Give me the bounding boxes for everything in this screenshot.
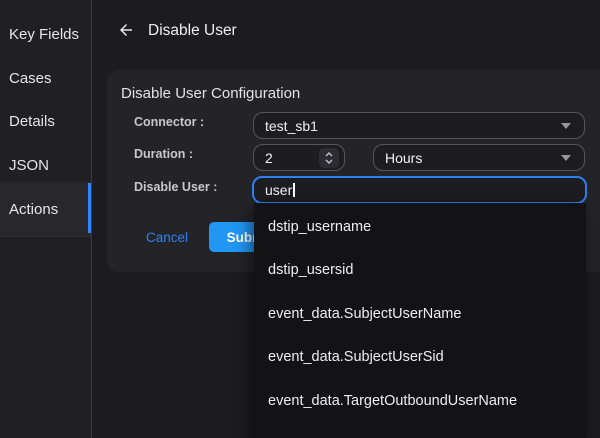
duration-unit-select[interactable]: Hours xyxy=(373,144,585,171)
sidebar-item-cases[interactable]: Cases xyxy=(0,56,91,100)
sidebar-item-json[interactable]: JSON xyxy=(0,143,91,187)
autocomplete-option[interactable]: event_data.SubjectUserName xyxy=(254,292,586,336)
duration-unit-value: Hours xyxy=(385,150,422,166)
disable-user-label: Disable User : xyxy=(134,180,217,194)
disable-user-input[interactable]: user xyxy=(252,176,587,204)
autocomplete-dropdown: dstip_username dstip_usersid event_data.… xyxy=(254,203,586,438)
disable-user-value: user xyxy=(265,182,292,198)
autocomplete-option[interactable]: dstip_usersid xyxy=(254,249,586,293)
sidebar: Key Fields Cases Details JSON Actions xyxy=(0,0,92,438)
page-title: Disable User xyxy=(148,22,237,40)
connector-value: test_sb1 xyxy=(265,118,318,134)
number-stepper-icon[interactable] xyxy=(319,148,339,168)
sidebar-item-details[interactable]: Details xyxy=(0,99,91,143)
sidebar-item-key-fields[interactable]: Key Fields xyxy=(0,12,91,56)
card-title: Disable User Configuration xyxy=(121,85,300,102)
chevron-down-icon xyxy=(561,123,571,129)
sidebar-item-actions-label: Actions xyxy=(9,201,58,218)
chevron-down-icon xyxy=(561,155,571,161)
duration-value: 2 xyxy=(265,150,273,166)
active-tab-indicator xyxy=(88,183,91,233)
sidebar-item-actions[interactable]: Actions xyxy=(0,182,91,237)
autocomplete-option[interactable]: dstip_username xyxy=(254,205,586,249)
autocomplete-option[interactable]: event_data.SubjectUserSid xyxy=(254,336,586,380)
cancel-button[interactable]: Cancel xyxy=(131,223,203,251)
duration-label: Duration : xyxy=(134,147,193,161)
connector-label: Connector : xyxy=(134,115,204,129)
arrow-left-icon xyxy=(117,21,135,39)
back-button[interactable] xyxy=(116,20,136,40)
text-cursor xyxy=(293,183,295,197)
autocomplete-option[interactable]: event_data.TargetOutboundUserName xyxy=(254,379,586,423)
connector-select[interactable]: test_sb1 xyxy=(253,112,585,139)
duration-input[interactable]: 2 xyxy=(253,144,345,171)
